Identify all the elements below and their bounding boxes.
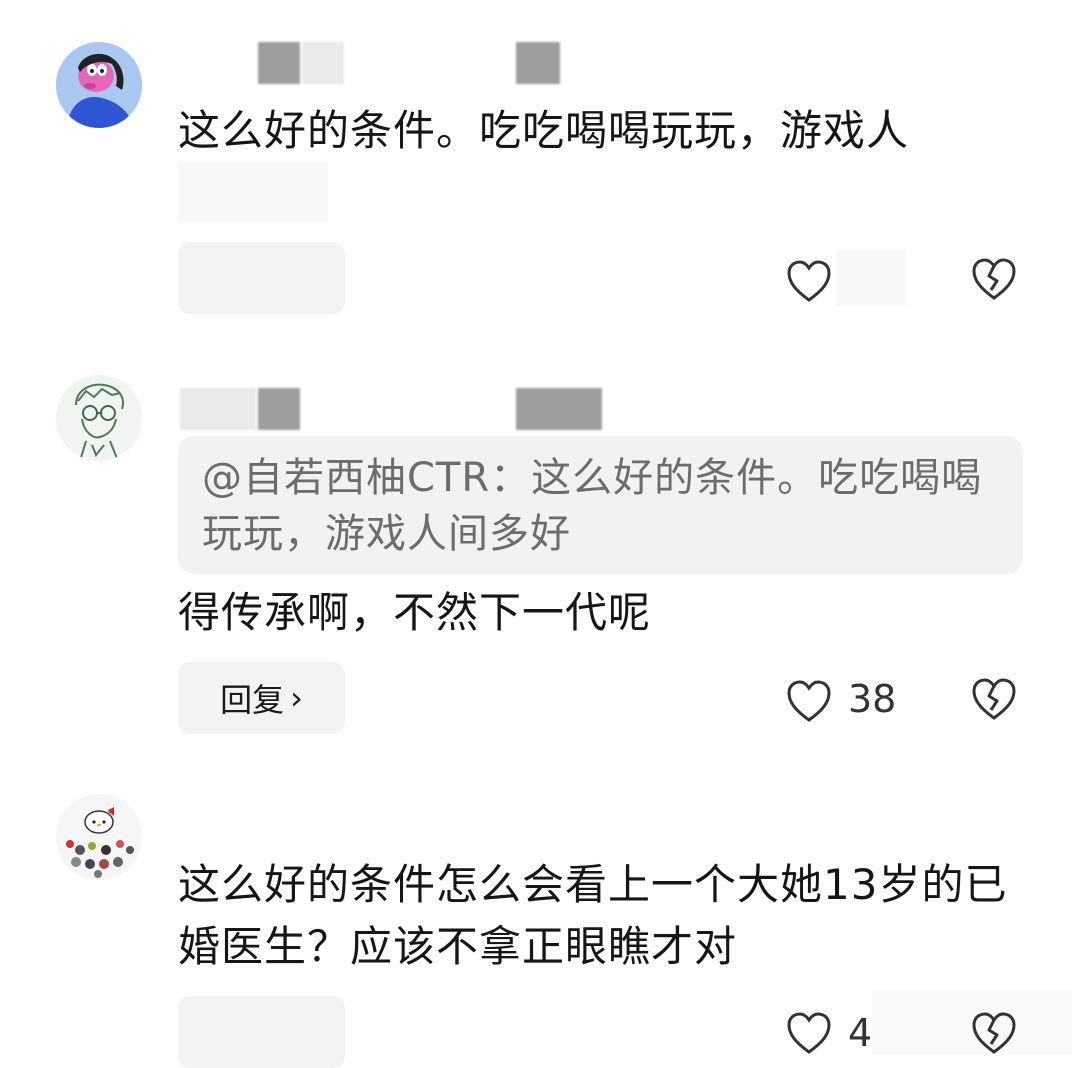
- username-redacted: [302, 42, 344, 84]
- comment-text: 得传承啊，不然下一代呢: [178, 588, 652, 637]
- quoted-comment-text: @自若西柚CTR：这么好的条件。吃吃喝喝玩玩，游戏人间多好: [202, 455, 983, 557]
- reply-button[interactable]: [178, 996, 345, 1068]
- comment-text: 这么好的条件。吃吃喝喝玩玩，游戏人: [178, 106, 910, 155]
- broken-heart-icon[interactable]: [970, 1010, 1018, 1056]
- heart-outline-icon[interactable]: [785, 258, 833, 304]
- broken-heart-icon[interactable]: [970, 676, 1018, 722]
- meta-redacted: [516, 42, 560, 84]
- comment-item: 这么好的条件。吃吃喝喝玩玩，游戏人: [0, 0, 1080, 340]
- avatar-image: [56, 794, 142, 880]
- like-count: 4: [848, 1011, 873, 1055]
- heart-outline-icon[interactable]: [785, 1010, 833, 1056]
- meta-redacted: [516, 388, 602, 430]
- username-redacted: [258, 388, 300, 430]
- heart-outline-icon[interactable]: [785, 678, 833, 724]
- like-count: 38: [848, 677, 897, 721]
- chevron-right-icon: ›: [290, 679, 303, 717]
- comment-item: @自若西柚CTR：这么好的条件。吃吃喝喝玩玩，游戏人间多好 得传承啊，不然下一代…: [0, 340, 1080, 760]
- comment-item: 这么好的条件怎么会看上一个大她13岁的已婚医生？应该不拿正眼瞧才对 4: [0, 760, 1080, 1068]
- quoted-comment[interactable]: @自若西柚CTR：这么好的条件。吃吃喝喝玩玩，游戏人间多好: [178, 436, 1023, 574]
- comment-text: 这么好的条件怎么会看上一个大她13岁的已婚医生？应该不拿正眼瞧才对: [178, 860, 1008, 971]
- avatar-image: [56, 375, 142, 461]
- broken-heart-icon[interactable]: [970, 256, 1018, 302]
- reply-button[interactable]: [178, 242, 345, 314]
- avatar[interactable]: [56, 42, 142, 128]
- avatar[interactable]: [56, 375, 142, 461]
- like-count-redacted: [836, 250, 906, 306]
- avatar-image: [56, 42, 142, 128]
- username-redacted: [180, 388, 256, 430]
- avatar[interactable]: [56, 794, 142, 880]
- reply-button[interactable]: 回复 ›: [178, 662, 345, 734]
- username-redacted: [258, 42, 300, 84]
- reply-label: 回复: [220, 681, 285, 719]
- comment-text-overflow: [178, 162, 328, 222]
